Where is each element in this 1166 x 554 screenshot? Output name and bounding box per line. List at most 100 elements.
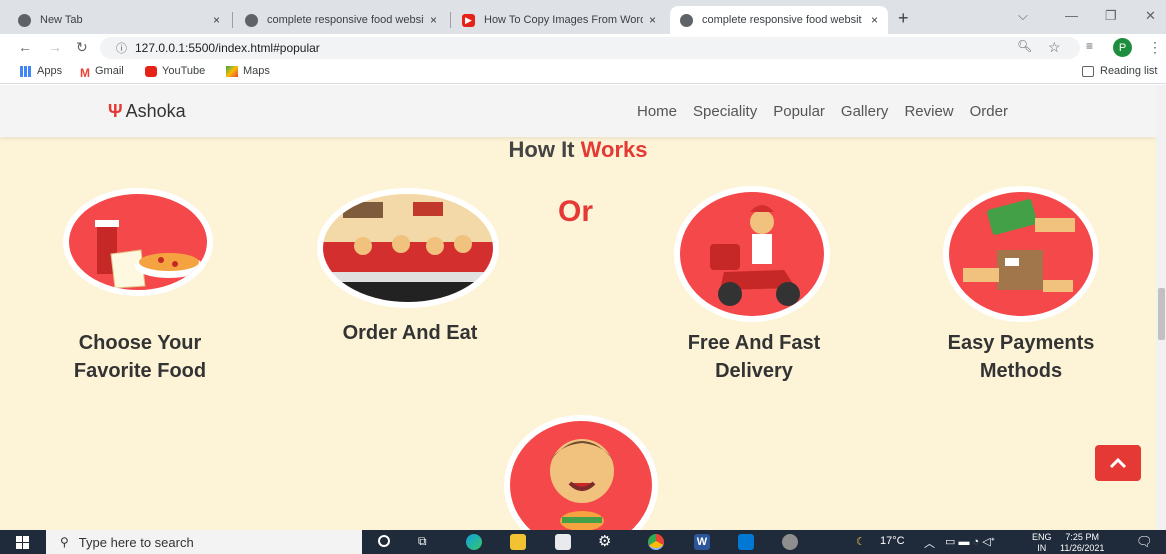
- step-title-2: Order And Eat: [310, 319, 510, 347]
- vscode-icon[interactable]: [738, 534, 754, 550]
- tab-title: How To Copy Images From Word: [484, 14, 643, 26]
- site-header: Ψ Ashoka Home Speciality Popular Gallery…: [0, 85, 1156, 137]
- step-title-3: Free And Fast Delivery: [654, 329, 854, 385]
- taskbar-search-input[interactable]: ⚲ Type here to search: [46, 530, 362, 554]
- gmail-icon: M: [80, 65, 90, 80]
- maps-icon: [226, 65, 238, 77]
- bookmark-label: YouTube: [162, 65, 206, 77]
- nav-home[interactable]: Home: [637, 103, 677, 120]
- taskbar: ⚲ Type here to search ⧉ ⚙ W ☾ 17°C ︿ ▭ ▬…: [0, 530, 1166, 554]
- step-image-eating: [504, 415, 658, 530]
- weather-moon-icon: ☾: [856, 536, 866, 548]
- chrome-taskbar-icon[interactable]: [648, 534, 664, 550]
- step-line: Methods: [979, 360, 1063, 382]
- info-icon[interactable]: ⓘ: [116, 40, 127, 56]
- step-line: Order And Eat: [342, 322, 478, 344]
- tab-new-tab[interactable]: New Tab ×: [8, 6, 230, 34]
- forward-icon[interactable]: →: [48, 39, 62, 55]
- omnibox[interactable]: ⓘ 127.0.0.1:5500/index.html#popular: [100, 37, 1080, 59]
- lang-top: ENG: [1032, 532, 1052, 542]
- tab-title: complete responsive food websit: [267, 14, 424, 26]
- tray-chevron-icon[interactable]: ︿: [924, 535, 935, 551]
- section-heading: How It Works: [0, 137, 1156, 163]
- step-line: Choose Your: [78, 332, 202, 354]
- tab-youtube-video[interactable]: ▶ How To Copy Images From Word ×: [452, 6, 666, 34]
- close-icon[interactable]: ×: [649, 13, 656, 27]
- reading-list-button[interactable]: Reading list: [1082, 65, 1157, 77]
- bookmark-youtube[interactable]: YouTube: [145, 65, 205, 77]
- nav-review[interactable]: Review: [904, 103, 953, 120]
- bookmark-label: Gmail: [95, 65, 124, 77]
- bookmark-maps[interactable]: Maps: [226, 65, 270, 77]
- step-line: Free And Fast: [687, 332, 821, 354]
- windows-start-icon[interactable]: [16, 536, 29, 549]
- tab-food-website-active[interactable]: complete responsive food websit ×: [670, 6, 888, 34]
- reload-icon[interactable]: ↻: [76, 39, 88, 56]
- tab-strip: New Tab × complete responsive food websi…: [0, 0, 1166, 34]
- close-icon[interactable]: ×: [430, 13, 437, 27]
- nav-popular[interactable]: Popular: [773, 103, 825, 120]
- star-icon[interactable]: ☆: [1048, 39, 1061, 56]
- youtube-icon: [145, 65, 157, 77]
- or-label: Or: [558, 195, 594, 228]
- nav-speciality[interactable]: Speciality: [693, 103, 757, 120]
- chrome-icon: [18, 13, 31, 27]
- new-tab-button[interactable]: +: [898, 8, 909, 29]
- settings-gear-icon[interactable]: ⚙: [598, 532, 611, 550]
- nav-order[interactable]: Order: [970, 103, 1008, 120]
- search-placeholder: Type here to search: [78, 534, 194, 550]
- globe-icon: [245, 13, 258, 27]
- search-icon: ⚲: [60, 535, 69, 549]
- clock[interactable]: 7:25 PM 11/26/2021: [1060, 532, 1104, 554]
- web-page: Ψ Ashoka Home Speciality Popular Gallery…: [0, 85, 1156, 530]
- youtube-icon: ▶: [462, 13, 475, 27]
- profile-avatar[interactable]: P: [1113, 38, 1132, 57]
- tray-system-icons[interactable]: ▭ ▬ ◔ ◁ᐩ: [945, 535, 995, 548]
- file-explorer-icon[interactable]: [510, 534, 526, 550]
- close-icon[interactable]: ×: [213, 13, 220, 27]
- bookmark-gmail[interactable]: M Gmail: [80, 65, 124, 80]
- tab-title: New Tab: [40, 14, 83, 26]
- minimize-icon[interactable]: —: [1065, 8, 1078, 23]
- menu-icon[interactable]: ⋮: [1148, 39, 1162, 56]
- tab-title: complete responsive food websit: [702, 14, 862, 26]
- cortana-icon[interactable]: [378, 535, 390, 547]
- url-text: 127.0.0.1:5500/index.html#popular: [135, 41, 320, 55]
- back-icon[interactable]: ←: [18, 39, 32, 55]
- utensils-icon: Ψ: [108, 101, 123, 121]
- close-icon[interactable]: ×: [871, 13, 878, 27]
- lang-bottom: IN: [1037, 543, 1047, 553]
- bookmark-apps[interactable]: Apps: [20, 65, 62, 77]
- step-image-restaurant: [317, 188, 499, 308]
- clock-date: 11/26/2021: [1060, 543, 1105, 553]
- restore-icon[interactable]: ❐: [1105, 8, 1117, 24]
- step-image-payment: [943, 186, 1099, 322]
- zoom-icon[interactable]: 🔍︎: [1017, 39, 1032, 53]
- notification-icon[interactable]: 🗨︎: [1136, 534, 1153, 550]
- step-image-delivery: [674, 186, 830, 322]
- media-icon[interactable]: ≡: [1086, 39, 1093, 53]
- step-title-4: Easy Payments Methods: [921, 329, 1121, 385]
- nav-gallery[interactable]: Gallery: [841, 103, 889, 120]
- language-indicator[interactable]: ENG IN: [1032, 532, 1052, 554]
- bookmarks-bar: Apps M Gmail YouTube Maps Reading list: [0, 62, 1166, 84]
- paint-icon[interactable]: [782, 534, 798, 550]
- tab-search-icon[interactable]: ⌵: [1018, 8, 1028, 24]
- bookmark-label: Maps: [243, 65, 270, 77]
- reading-list-label: Reading list: [1100, 65, 1158, 77]
- tab-food-website[interactable]: complete responsive food websit ×: [235, 6, 447, 34]
- scrollbar-thumb[interactable]: [1158, 288, 1165, 340]
- site-logo[interactable]: Ψ Ashoka: [108, 101, 186, 122]
- mail-icon[interactable]: [555, 534, 571, 550]
- weather-temp[interactable]: 17°C: [880, 535, 905, 547]
- logo-text: Ashoka: [125, 101, 186, 121]
- step-image-food: [63, 188, 213, 296]
- window-close-icon[interactable]: ✕: [1145, 8, 1156, 24]
- step-line: Delivery: [715, 360, 793, 382]
- word-icon[interactable]: W: [694, 534, 710, 550]
- scroll-to-top-button[interactable]: [1095, 445, 1141, 481]
- edge-icon[interactable]: [466, 534, 482, 550]
- clock-time: 7:25 PM: [1065, 532, 1099, 542]
- task-view-icon[interactable]: ⧉: [418, 534, 427, 549]
- heading-part-2: Works: [580, 137, 648, 162]
